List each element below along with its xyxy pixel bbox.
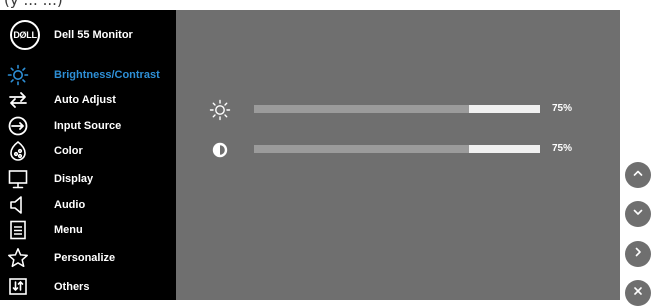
contrast-row: 75%	[176, 138, 620, 162]
monitor-osd: DØLL Dell 55 Monitor Brightness/Contrast	[0, 10, 620, 300]
top-cropped-text: (y ... ...)	[4, 0, 63, 9]
display-icon	[6, 167, 30, 191]
auto-adjust-icon	[6, 88, 30, 112]
up-button[interactable]	[625, 162, 651, 188]
sidebar: DØLL Dell 55 Monitor Brightness/Contrast	[0, 10, 176, 300]
slider-remaining	[468, 145, 540, 153]
menu-item-label: Audio	[54, 199, 86, 211]
contrast-icon	[208, 138, 232, 162]
ok-button[interactable]	[625, 241, 651, 267]
menu-item-others[interactable]: Others	[6, 275, 174, 299]
menu-item-label: Input Source	[54, 120, 122, 132]
menu-item-label: Personalize	[54, 252, 116, 264]
menu-item-display[interactable]: Display	[6, 167, 174, 191]
menu-item-label: Auto Adjust	[54, 94, 116, 106]
chevron-down-icon	[632, 205, 644, 223]
slider-remaining	[468, 105, 540, 113]
chevron-right-icon	[632, 245, 644, 263]
menu-item-label: Color	[54, 145, 83, 157]
color-icon	[6, 139, 30, 163]
brightness-value: 75%	[552, 103, 573, 114]
osd-header: DØLL Dell 55 Monitor	[10, 20, 133, 50]
menu-item-color[interactable]: Color	[6, 139, 174, 163]
exit-button[interactable]	[625, 280, 651, 306]
menu-item-label: Brightness/Contrast	[54, 69, 160, 81]
menu-item-auto-adjust[interactable]: Auto Adjust	[6, 88, 174, 112]
close-icon	[632, 284, 644, 302]
contrast-value: 75%	[552, 143, 573, 154]
brightness-slider[interactable]	[254, 105, 540, 113]
model-name: Dell 55 Monitor	[54, 29, 133, 41]
menu-item-label: Others	[54, 281, 90, 293]
input-source-icon	[6, 114, 30, 138]
menu-item-label: Menu	[54, 224, 83, 236]
contrast-slider[interactable]	[254, 145, 540, 153]
menu-item-personalize[interactable]: Personalize	[6, 246, 174, 270]
chevron-up-icon	[632, 166, 644, 184]
brightness-icon	[6, 63, 30, 87]
menu-item-audio[interactable]: Audio	[6, 193, 174, 217]
sun-icon	[208, 98, 232, 122]
others-icon	[6, 275, 30, 299]
personalize-icon	[6, 246, 30, 270]
down-button[interactable]	[625, 201, 651, 227]
brightness-row: 75%	[176, 98, 620, 122]
menu-item-input-source[interactable]: Input Source	[6, 114, 174, 138]
dell-logo: DØLL	[10, 20, 40, 50]
menu-icon	[6, 218, 30, 242]
menu-item-label: Display	[54, 173, 94, 185]
menu-item-brightness-contrast[interactable]: Brightness/Contrast	[6, 63, 174, 87]
settings-panel: 75% 75%	[176, 10, 620, 300]
slider-fill	[254, 105, 469, 113]
audio-icon	[6, 193, 30, 217]
slider-fill	[254, 145, 469, 153]
menu-item-menu[interactable]: Menu	[6, 218, 174, 242]
